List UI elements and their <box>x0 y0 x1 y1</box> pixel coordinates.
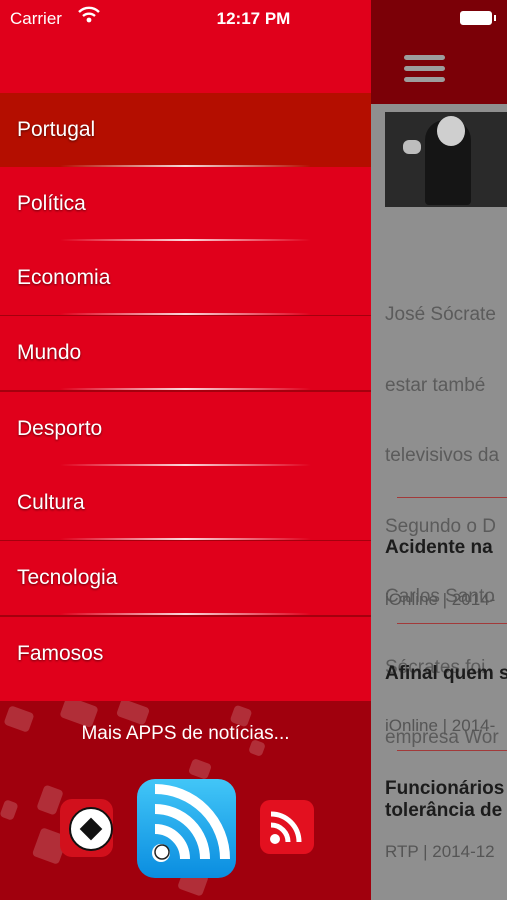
article-line: televisivos da <box>385 445 500 466</box>
rss-news-app-icon[interactable] <box>137 779 236 878</box>
news-divider <box>397 750 507 751</box>
menu-item-label: Portugal <box>17 118 96 141</box>
menu-item-tecnologia[interactable]: Tecnologia <box>0 541 371 615</box>
article-line: Segundo o D <box>385 515 496 537</box>
menu-item-economia[interactable]: Economia <box>0 241 371 315</box>
news-divider <box>397 623 507 624</box>
menu-item-portugal[interactable]: Portugal <box>0 93 371 167</box>
menu-item-cultura[interactable]: Cultura <box>0 466 371 540</box>
article-line: José Sócrate <box>385 304 496 325</box>
menu-item-label: Desporto <box>17 417 103 440</box>
battery-icon <box>460 11 492 25</box>
status-bar: Carrier 12:17 PM <box>0 0 507 40</box>
hamburger-menu-icon[interactable] <box>404 55 445 83</box>
more-apps-promo: Mais APPS de notícias... <box>0 701 371 900</box>
article-photo[interactable] <box>385 112 507 207</box>
article-line: estar també <box>385 374 486 396</box>
menu-item-politica[interactable]: Política <box>0 167 371 241</box>
menu-item-label: Mundo <box>17 341 82 364</box>
news-meta: iOnline | 2014- <box>385 716 496 735</box>
battery-tip <box>494 15 496 21</box>
menu-item-label: Cultura <box>17 491 85 514</box>
menu-item-label: Tecnologia <box>17 566 118 589</box>
news-meta: RTP | 2014-12 <box>385 842 495 861</box>
clock: 12:17 PM <box>216 9 291 28</box>
news-title[interactable]: Funcionários tolerância de <box>385 778 504 822</box>
menu-item-mundo[interactable]: Mundo <box>0 316 371 390</box>
news-title[interactable]: Acidente na <box>385 537 493 559</box>
menu-item-famosos[interactable]: Famosos <box>0 617 371 701</box>
news-meta: iOnline | 2014- <box>385 590 496 609</box>
rss-app-icon[interactable] <box>260 800 314 854</box>
side-menu-drawer: Portugal Política Economia Mundo Desport… <box>0 0 371 900</box>
menu-item-label: Política <box>17 192 86 215</box>
news-divider <box>397 497 507 498</box>
content-pane: José Sócrate estar també televisivos da … <box>371 0 507 900</box>
menu-item-label: Famosos <box>17 642 104 665</box>
news-title[interactable]: Afinal quem s <box>385 663 507 685</box>
soccer-app-icon[interactable] <box>60 799 113 857</box>
menu-item-desporto[interactable]: Desporto <box>0 392 371 466</box>
more-apps-label: Mais APPS de notícias... <box>81 723 290 744</box>
menu-item-label: Economia <box>17 266 111 289</box>
